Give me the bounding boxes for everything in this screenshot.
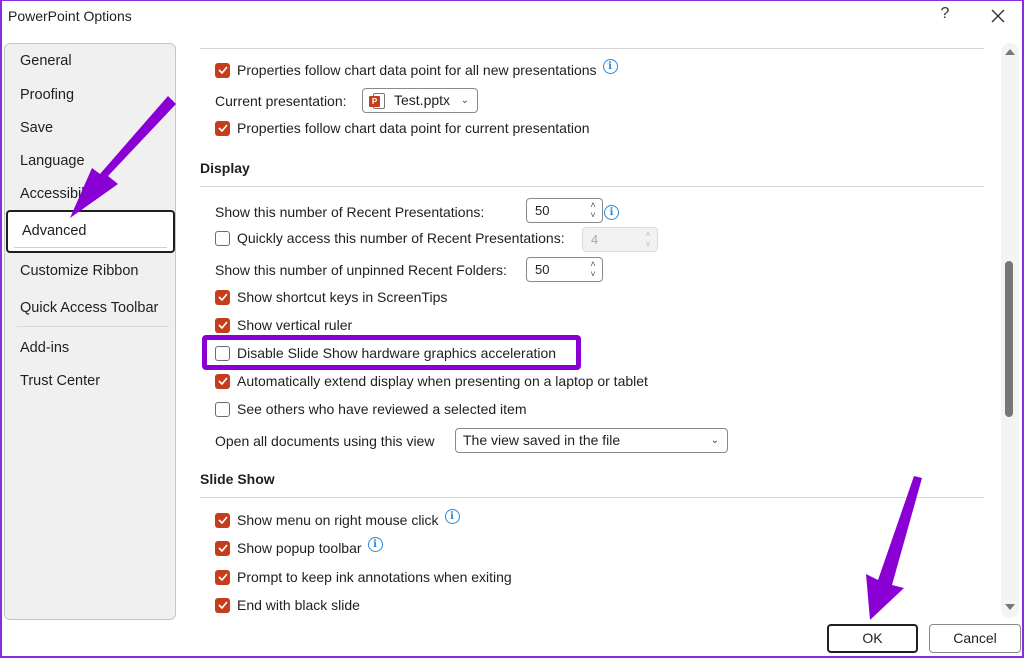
scroll-up-arrow-icon[interactable] <box>1005 49 1015 55</box>
sidebar-item-quick-access-toolbar[interactable]: Quick Access Toolbar <box>5 293 175 323</box>
current-presentation-value: Test.pptx <box>394 92 451 108</box>
advanced-options-panel: Properties follow chart data point for a… <box>190 40 995 620</box>
option-label: End with black slide <box>237 597 360 613</box>
checkbox-checked[interactable] <box>215 120 230 136</box>
current-presentation-label: Current presentation: <box>215 93 347 109</box>
section-title-slide-show: Slide Show <box>200 471 275 487</box>
info-icon[interactable]: i <box>602 58 618 74</box>
option-prompt-ink-annotations[interactable]: Prompt to keep ink annotations when exit… <box>215 566 512 588</box>
powerpoint-file-icon: P <box>369 93 386 109</box>
sidebar-divider <box>17 326 169 327</box>
option-show-popup-toolbar[interactable]: Show popup toolbar i <box>215 536 383 559</box>
option-label: Properties follow chart data point for a… <box>237 62 597 78</box>
checkbox-checked[interactable] <box>215 62 230 78</box>
open-view-value: The view saved in the file <box>463 432 621 448</box>
divider <box>200 186 984 187</box>
divider <box>200 497 984 498</box>
option-label: Automatically extend display when presen… <box>237 373 648 389</box>
checkbox-unchecked[interactable] <box>215 345 230 361</box>
vertical-scrollbar[interactable] <box>1001 43 1019 618</box>
spinner-arrows[interactable]: ˄ ˅ <box>588 200 598 221</box>
close-icon <box>991 9 1005 23</box>
option-label: Properties follow chart data point for c… <box>237 120 590 136</box>
scroll-down-arrow-icon[interactable] <box>1005 604 1015 610</box>
option-label: Disable Slide Show hardware graphics acc… <box>237 345 557 361</box>
option-props-current[interactable]: Properties follow chart data point for c… <box>215 117 590 139</box>
info-icon[interactable]: i <box>367 536 383 552</box>
sidebar-item-general[interactable]: General <box>5 46 175 76</box>
option-disable-hw-acceleration[interactable]: Disable Slide Show hardware graphics acc… <box>215 342 556 364</box>
title-bar: PowerPoint Options ? <box>0 0 1024 36</box>
checkbox-checked[interactable] <box>215 373 230 389</box>
recent-folders-row: Show this number of unpinned Recent Fold… <box>215 259 507 281</box>
option-show-menu-right-click[interactable]: Show menu on right mouse click i <box>215 508 460 531</box>
checkbox-checked[interactable] <box>215 540 230 556</box>
sidebar-item-proofing[interactable]: Proofing <box>5 80 175 110</box>
spinner-arrows[interactable]: ˄ ˅ <box>588 259 598 280</box>
option-label: Show menu on right mouse click <box>237 512 439 528</box>
sidebar-item-trust-center[interactable]: Trust Center <box>5 366 175 396</box>
spinner-value: 4 <box>591 232 599 247</box>
option-end-black-slide[interactable]: End with black slide <box>215 594 360 616</box>
cancel-button[interactable]: Cancel <box>929 624 1021 653</box>
recent-presentations-label: Show this number of Recent Presentations… <box>215 204 485 220</box>
sidebar-item-add-ins[interactable]: Add-ins <box>5 333 175 363</box>
open-view-label: Open all documents using this view <box>215 433 435 449</box>
checkbox-checked[interactable] <box>215 289 230 305</box>
scrollbar-thumb[interactable] <box>1005 261 1013 417</box>
sidebar-item-customize-ribbon[interactable]: Customize Ribbon <box>5 256 175 286</box>
option-props-all-new[interactable]: Properties follow chart data point for a… <box>215 58 618 81</box>
open-view-row: Open all documents using this view <box>215 430 434 452</box>
window-title: PowerPoint Options <box>8 8 132 24</box>
option-see-others[interactable]: See others who have reviewed a selected … <box>215 398 527 420</box>
option-auto-extend-display[interactable]: Automatically extend display when presen… <box>215 370 648 392</box>
section-title-display: Display <box>200 160 250 176</box>
current-presentation-row: Current presentation: <box>215 90 347 112</box>
checkbox-checked[interactable] <box>215 569 230 585</box>
checkbox-unchecked[interactable] <box>215 401 230 417</box>
help-button[interactable]: ? <box>935 5 955 27</box>
current-presentation-dropdown[interactable]: P Test.pptx ⌄ <box>362 88 478 113</box>
spinner-value: 50 <box>535 203 550 218</box>
chevron-down-icon: ⌄ <box>460 95 469 106</box>
checkbox-checked[interactable] <box>215 317 230 333</box>
option-label: Show vertical ruler <box>237 317 353 333</box>
option-label: See others who have reviewed a selected … <box>237 401 527 417</box>
divider <box>200 48 984 49</box>
option-vertical-ruler[interactable]: Show vertical ruler <box>215 314 352 336</box>
sidebar-item-language[interactable]: Language <box>5 146 175 176</box>
ok-button[interactable]: OK <box>827 624 918 653</box>
checkbox-checked[interactable] <box>215 512 230 528</box>
option-shortcut-keys[interactable]: Show shortcut keys in ScreenTips <box>215 286 447 308</box>
info-icon[interactable]: i <box>604 205 619 220</box>
recent-folders-spinner[interactable]: 50 ˄ ˅ <box>526 257 603 282</box>
checkbox-checked[interactable] <box>215 597 230 613</box>
sidebar-item-save[interactable]: Save <box>5 113 175 143</box>
option-quick-access[interactable]: Quickly access this number of Recent Pre… <box>215 227 565 249</box>
option-label: Show popup toolbar <box>237 540 362 556</box>
chevron-down-icon: ⌄ <box>710 435 719 446</box>
spinner-value: 50 <box>535 262 550 277</box>
options-sidebar: General Proofing Save Language Accessibi… <box>4 43 176 620</box>
open-view-dropdown[interactable]: The view saved in the file ⌄ <box>455 428 728 453</box>
sidebar-item-advanced[interactable]: Advanced <box>6 210 175 253</box>
option-label: Prompt to keep ink annotations when exit… <box>237 569 512 585</box>
close-button[interactable] <box>986 4 1010 28</box>
option-label: Show shortcut keys in ScreenTips <box>237 289 448 305</box>
option-label: Quickly access this number of Recent Pre… <box>237 230 565 246</box>
checkbox-unchecked[interactable] <box>215 230 230 246</box>
recent-presentations-spinner[interactable]: 50 ˄ ˅ <box>526 198 603 223</box>
quick-access-spinner: 4 ˄ ˅ <box>582 227 658 252</box>
sidebar-item-accessibility[interactable]: Accessibility <box>5 179 175 209</box>
spinner-arrows: ˄ ˅ <box>645 229 651 249</box>
info-icon[interactable]: i <box>444 508 460 524</box>
recent-folders-label: Show this number of unpinned Recent Fold… <box>215 262 507 278</box>
recent-presentations-row: Show this number of Recent Presentations… <box>215 201 484 223</box>
